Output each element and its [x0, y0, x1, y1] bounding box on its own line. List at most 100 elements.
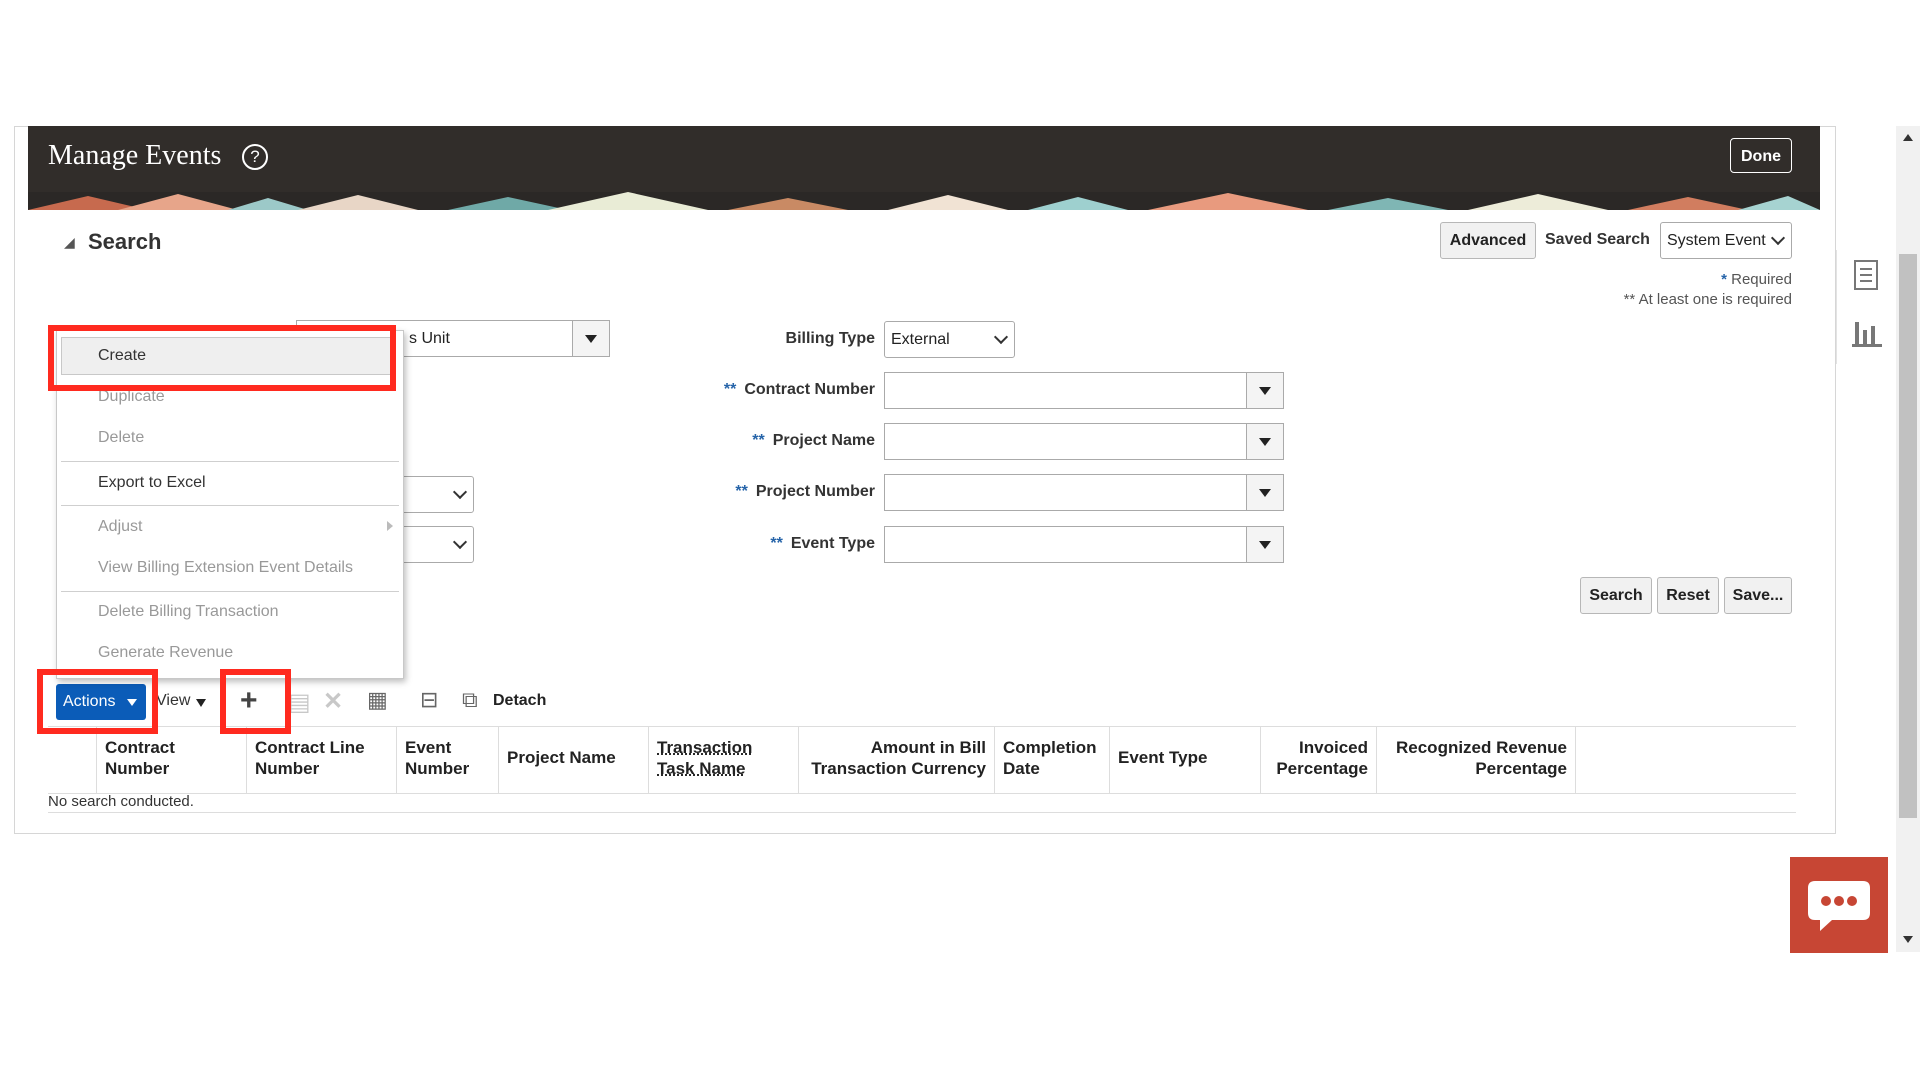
dropdown-arrow-icon[interactable] — [1246, 373, 1283, 408]
highlight-add — [220, 669, 291, 734]
column-label: Transaction Currency — [811, 759, 986, 778]
document-icon[interactable] — [1854, 260, 1878, 290]
detach-icon[interactable]: ⧉ — [462, 687, 478, 713]
column-label: Number — [255, 759, 320, 778]
menu-item-adjust[interactable]: Adjust — [57, 518, 403, 536]
results-table-header: Contract Number Contract Line Number Event… — [48, 726, 1796, 794]
column-header[interactable]: Contract Line Number — [246, 727, 396, 793]
dropdown-arrow-icon[interactable] — [1246, 527, 1283, 562]
project-number-label-wrap: ** Project Number — [615, 483, 875, 501]
menu-separator — [61, 505, 399, 506]
chat-button[interactable] — [1790, 857, 1888, 953]
menu-item-export-to-excel[interactable]: Export to Excel — [57, 474, 403, 492]
scroll-thumb[interactable] — [1899, 254, 1917, 818]
column-header[interactable]: Event Number — [396, 727, 498, 793]
help-icon[interactable]: ? — [242, 144, 268, 170]
saved-search-label: Saved Search — [1545, 231, 1650, 248]
column-label: Transaction — [657, 738, 753, 757]
save-search-button[interactable]: Save... — [1724, 577, 1792, 614]
required-legend: * Required ** At least one is required — [1600, 270, 1792, 310]
highlight-actions — [37, 669, 158, 734]
contract-number-label: Contract Number — [744, 381, 875, 398]
column-header[interactable]: Event Type — [1109, 727, 1260, 793]
column-label: Contract Line — [255, 738, 365, 757]
at-least-one-text: ** At least one is required — [1623, 291, 1792, 308]
chevron-down-icon — [1770, 230, 1786, 246]
project-name-combo[interactable] — [884, 423, 1284, 460]
column-label: Invoiced — [1299, 738, 1368, 757]
contract-number-combo[interactable] — [884, 372, 1284, 409]
column-label: Event Type — [1118, 748, 1208, 767]
event-type-label-wrap: ** Event Type — [615, 535, 875, 553]
advanced-button[interactable]: Advanced — [1440, 222, 1536, 259]
edit-icon[interactable]: ▤ — [288, 688, 311, 717]
column-header[interactable]: Completion Date — [994, 727, 1109, 793]
menu-item-delete[interactable]: Delete — [57, 429, 403, 447]
scroll-up-icon[interactable] — [1903, 134, 1913, 141]
chevron-down-icon — [452, 484, 468, 500]
dropdown-arrow-icon[interactable] — [1246, 475, 1283, 510]
column-label: Percentage — [1276, 759, 1368, 778]
done-button[interactable]: Done — [1730, 138, 1792, 173]
billing-type-value: External — [891, 331, 950, 348]
billing-type-label: Billing Type — [785, 330, 875, 347]
project-number-combo[interactable] — [884, 474, 1284, 511]
scroll-down-icon[interactable] — [1903, 936, 1913, 943]
column-header[interactable]: Amount in Bill Transaction Currency — [798, 727, 994, 793]
project-name-label: Project Name — [772, 432, 875, 449]
event-type-combo[interactable] — [884, 526, 1284, 563]
side-panel — [1836, 250, 1895, 364]
page-title: Manage Events — [48, 140, 222, 171]
dropdown-arrow-icon[interactable] — [1246, 424, 1283, 459]
wrap-icon[interactable]: ⊟ — [420, 687, 438, 713]
view-menu[interactable]: View — [156, 692, 190, 710]
at-least-one-marker: ** — [735, 483, 748, 500]
column-label: Project Name — [507, 748, 616, 767]
required-text: Required — [1731, 271, 1792, 288]
menu-item-delete-billing-transaction[interactable]: Delete Billing Transaction — [57, 603, 403, 621]
collapse-search-icon[interactable]: ◢ — [64, 234, 75, 251]
left-select-1[interactable] — [396, 476, 474, 513]
chevron-down-icon — [993, 329, 1009, 345]
column-label: Task Name — [657, 759, 746, 778]
delete-icon[interactable]: ✕ — [323, 687, 343, 716]
billing-type-select[interactable]: External — [884, 321, 1015, 358]
left-select-2[interactable] — [396, 526, 474, 563]
menu-separator — [61, 591, 399, 592]
column-header[interactable]: Invoiced Percentage — [1260, 727, 1376, 793]
project-name-label-wrap: ** Project Name — [615, 432, 875, 450]
column-label: Percentage — [1475, 759, 1567, 778]
detach-button[interactable]: Detach — [493, 692, 546, 710]
bar-chart-icon[interactable] — [1852, 316, 1882, 348]
dropdown-arrow-icon[interactable] — [572, 321, 609, 356]
caret-down-icon[interactable] — [196, 699, 206, 707]
reset-button[interactable]: Reset — [1657, 577, 1719, 614]
search-button[interactable]: Search — [1580, 577, 1652, 614]
column-header[interactable]: Transaction Task Name — [648, 727, 798, 793]
event-type-label: Event Type — [790, 535, 875, 552]
column-label: Contract — [105, 738, 175, 757]
empty-table-message: No search conducted. — [48, 793, 194, 810]
column-header[interactable]: Project Name — [498, 727, 648, 793]
menu-item-generate-revenue[interactable]: Generate Revenue — [57, 644, 403, 662]
business-unit-value: s Unit — [409, 330, 450, 347]
contract-number-label-wrap: ** Contract Number — [615, 381, 875, 399]
saved-search-value: System Event — [1667, 232, 1766, 249]
submenu-arrow-icon — [387, 521, 393, 531]
menu-item-view-billing-extension[interactable]: View Billing Extension Event Details — [57, 559, 403, 577]
column-label: Number — [105, 759, 170, 778]
highlight-create — [48, 325, 396, 391]
project-number-label: Project Number — [755, 483, 875, 500]
freeze-columns-icon[interactable]: ▦ — [367, 687, 388, 713]
column-label: Recognized Revenue — [1396, 738, 1567, 757]
column-label: Date — [1003, 759, 1040, 778]
at-least-one-marker: ** — [752, 432, 765, 449]
at-least-one-marker: ** — [723, 381, 737, 398]
required-star: * — [1721, 271, 1727, 288]
chevron-down-icon — [452, 534, 468, 550]
header-decorative-pattern — [28, 192, 1820, 210]
menu-separator — [61, 461, 399, 462]
saved-search-select[interactable]: System Event — [1660, 222, 1792, 259]
column-header[interactable]: Contract Number — [96, 727, 246, 793]
column-header[interactable]: Recognized Revenue Percentage — [1376, 727, 1576, 793]
